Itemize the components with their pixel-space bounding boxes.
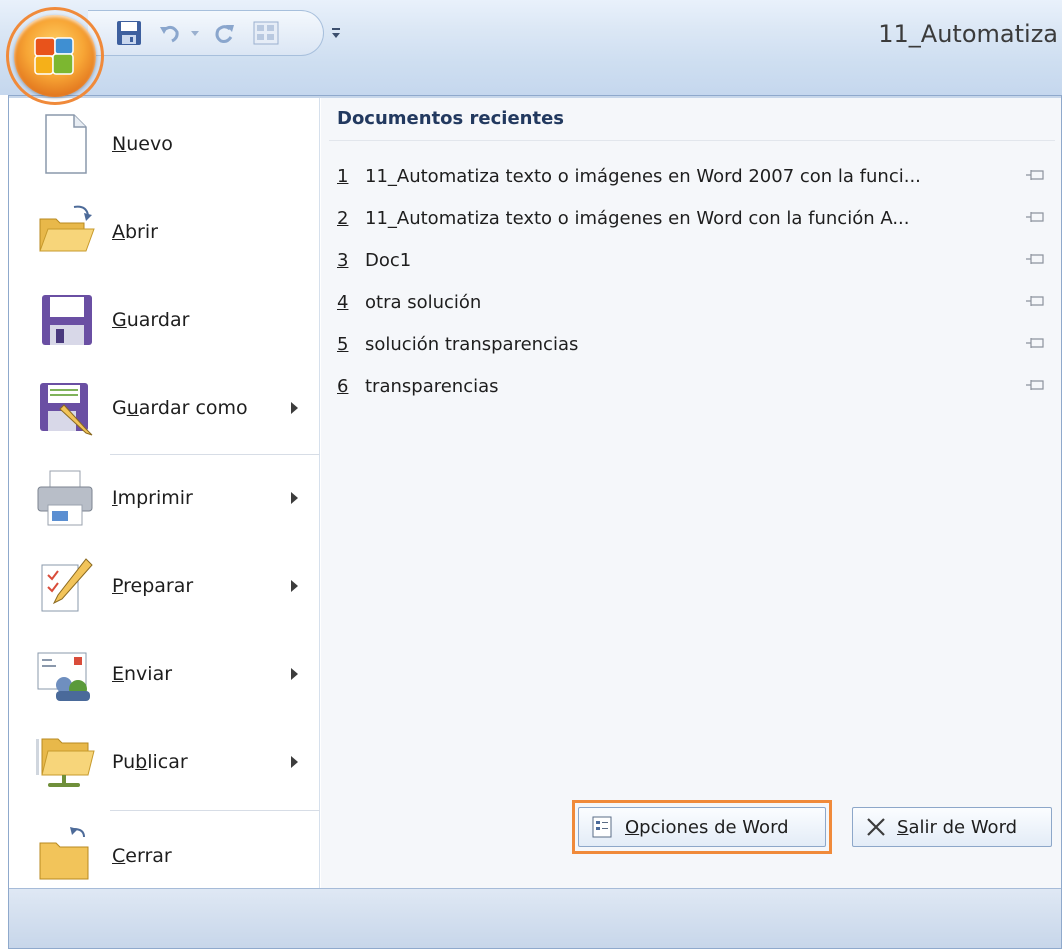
printer-icon: [34, 467, 96, 529]
customize-dropdown-icon[interactable]: [326, 22, 346, 46]
title-bar: 11_Automatiza: [0, 0, 1062, 95]
pin-icon[interactable]: [1025, 336, 1047, 350]
menu-item-label: Guardar como: [112, 397, 248, 419]
pin-icon[interactable]: [1025, 168, 1047, 182]
table-icon[interactable]: [250, 18, 282, 48]
pin-icon[interactable]: [1025, 252, 1047, 266]
menu-item-preparar[interactable]: Preparar: [10, 542, 320, 630]
office-button-highlight: [6, 7, 104, 105]
submenu-arrow-icon: [291, 756, 298, 768]
close-icon: [867, 818, 885, 836]
recent-item[interactable]: 3 Doc1: [337, 240, 1053, 280]
undo-dropdown-icon[interactable]: [188, 18, 202, 48]
recent-item[interactable]: 6 transparencias: [337, 366, 1053, 406]
pin-icon[interactable]: [1025, 378, 1047, 392]
menu-item-guardar[interactable]: Guardar: [10, 276, 320, 364]
recent-item[interactable]: 5 solución transparencias: [337, 324, 1053, 364]
menu-item-guardar-como[interactable]: Guardar como: [10, 364, 320, 452]
menu-item-label: Guardar: [112, 309, 190, 331]
save-as-icon: [34, 377, 96, 439]
menu-separator: [110, 810, 320, 811]
recent-item[interactable]: 2 11_Automatiza texto o imágenes en Word…: [337, 198, 1053, 238]
submenu-arrow-icon: [291, 668, 298, 680]
submenu-arrow-icon: [291, 492, 298, 504]
close-folder-icon: [34, 825, 96, 887]
recent-divider: [329, 140, 1055, 141]
redo-icon[interactable]: [210, 18, 238, 48]
menu-item-cerrar[interactable]: Cerrar: [10, 812, 320, 900]
menu-item-label: Preparar: [112, 575, 194, 597]
menu-item-imprimir[interactable]: Imprimir: [10, 454, 320, 542]
menu-item-abrir[interactable]: Abrir: [10, 188, 320, 276]
menu-footer: [9, 888, 1061, 948]
pin-icon[interactable]: [1025, 294, 1047, 308]
menu-item-label: Publicar: [112, 751, 188, 773]
menu-item-enviar[interactable]: Enviar: [10, 630, 320, 718]
exit-word-button[interactable]: Salir de Word: [852, 807, 1052, 847]
window-title: 11_Automatiza: [878, 20, 1058, 48]
menu-item-label: Enviar: [112, 663, 173, 685]
recent-documents-pane: Documentos recientes 1 11_Automatiza tex…: [321, 98, 1061, 888]
recent-documents-title: Documentos recientes: [337, 108, 564, 129]
save-icon: [34, 289, 96, 351]
recent-item[interactable]: 1 11_Automatiza texto o imágenes en Word…: [337, 156, 1053, 196]
recent-item[interactable]: 4 otra solución: [337, 282, 1053, 322]
new-document-icon: [34, 113, 96, 175]
menu-item-label: Cerrar: [112, 845, 172, 867]
submenu-arrow-icon: [291, 580, 298, 592]
open-folder-icon: [34, 201, 96, 263]
pin-icon[interactable]: [1025, 210, 1047, 224]
publish-folder-icon: [34, 731, 96, 793]
prepare-pencil-icon: [34, 555, 96, 617]
save-icon[interactable]: [114, 18, 144, 48]
menu-item-label: Abrir: [112, 221, 158, 243]
menu-item-label: Nuevo: [112, 133, 173, 155]
menu-item-publicar[interactable]: Publicar: [10, 718, 320, 806]
menu-item-nuevo[interactable]: Nuevo: [10, 100, 320, 188]
undo-icon[interactable]: [156, 18, 184, 48]
send-icon: [34, 643, 96, 705]
submenu-arrow-icon: [291, 402, 298, 414]
menu-item-label: Imprimir: [112, 487, 193, 509]
exit-word-label: Salir de Word: [897, 816, 1018, 838]
menu-commands-pane: Nuevo Abrir Guardar Guardar como Imprimi…: [10, 98, 320, 888]
word-options-highlight: [572, 800, 832, 854]
